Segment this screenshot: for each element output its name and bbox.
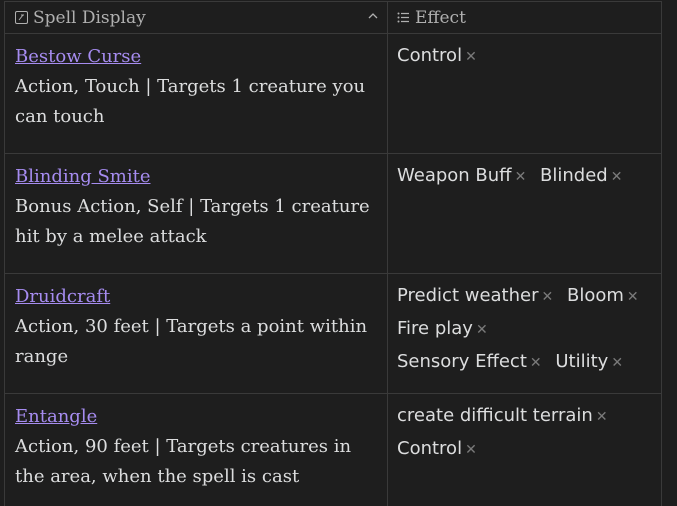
effect-tag-label: Fire play [397,318,473,339]
effect-tag: Control ✕ [397,433,477,466]
spell-link[interactable]: Druidcraft [15,286,110,307]
close-icon[interactable]: ✕ [476,322,488,338]
effect-tag-label: Control [397,45,463,66]
close-icon[interactable]: ✕ [627,289,639,305]
spell-link[interactable]: Entangle [15,406,97,427]
effect-tag-label: create difficult terrain [397,405,593,426]
spell-display-cell: Entangle Action, 90 feet | Targets creat… [4,394,388,506]
text-field-icon [15,11,28,24]
effect-tag-label: Bloom [566,285,624,306]
effect-tag-label: Blinded [540,165,608,186]
table-row: Druidcraft Action, 30 feet | Targets a p… [4,274,662,394]
spell-table: Spell Display Effect Bestow Curse Action… [4,1,662,506]
close-icon[interactable]: ✕ [611,355,623,371]
close-icon[interactable]: ✕ [465,442,477,458]
close-icon[interactable]: ✕ [611,169,623,185]
effect-tag: Utility ✕ [555,346,623,379]
column-header-label: Spell Display [33,7,146,28]
effect-tag-label: Control [397,438,463,459]
spell-display-cell: Druidcraft Action, 30 feet | Targets a p… [4,274,388,393]
effect-cell[interactable]: Weapon Buff ✕ Blinded ✕ [388,154,662,273]
close-icon[interactable]: ✕ [515,169,527,185]
close-icon[interactable]: ✕ [596,409,608,425]
table-row: Blinding Smite Bonus Action, Self | Targ… [4,154,662,274]
chevron-up-icon[interactable] [367,10,379,22]
spell-description: Action, 90 feet | Targets creatures in t… [15,436,352,487]
effect-cell[interactable]: create difficult terrain ✕ Control ✕ [388,394,662,506]
effect-tag-label: Sensory Effect [397,351,527,372]
table-row: Bestow Curse Action, Touch | Targets 1 c… [4,34,662,154]
spell-description: Action, 30 feet | Targets a point within… [15,316,368,367]
spell-display-cell: Bestow Curse Action, Touch | Targets 1 c… [4,34,388,153]
close-icon[interactable]: ✕ [530,355,542,371]
effect-tag: Bloom ✕ [567,280,639,313]
column-header-label: Effect [415,7,466,28]
effect-tag-label: Predict weather [397,285,539,306]
spell-display-cell: Blinding Smite Bonus Action, Self | Targ… [4,154,388,273]
effect-tag: Blinded ✕ [540,160,622,193]
close-icon[interactable]: ✕ [465,49,477,65]
effect-tag: Fire play ✕ [397,313,488,346]
effect-cell[interactable]: Control ✕ [388,34,662,153]
table-header: Spell Display Effect [4,1,662,34]
effect-cell[interactable]: Predict weather ✕ Bloom ✕ Fire play ✕ Senso… [388,274,662,393]
effect-tag: create difficult terrain ✕ [397,400,608,433]
table-row: Entangle Action, 90 feet | Targets creat… [4,394,662,506]
spell-description: Bonus Action, Self | Targets 1 creature … [15,196,370,247]
list-icon [397,12,409,23]
effect-tag: Control ✕ [397,40,477,73]
column-header-effect[interactable]: Effect [388,2,662,33]
effect-tag-label: Utility [555,351,609,372]
effect-tag: Weapon Buff ✕ [397,160,526,193]
effect-tag-label: Weapon Buff [397,165,512,186]
column-header-spell-display[interactable]: Spell Display [4,2,388,33]
spell-link[interactable]: Blinding Smite [15,166,151,187]
spell-link[interactable]: Bestow Curse [15,46,141,67]
effect-tag: Sensory Effect ✕ [397,346,542,379]
close-icon[interactable]: ✕ [542,289,554,305]
effect-tag: Predict weather ✕ [397,280,553,313]
spell-description: Action, Touch | Targets 1 creature you c… [15,76,366,127]
